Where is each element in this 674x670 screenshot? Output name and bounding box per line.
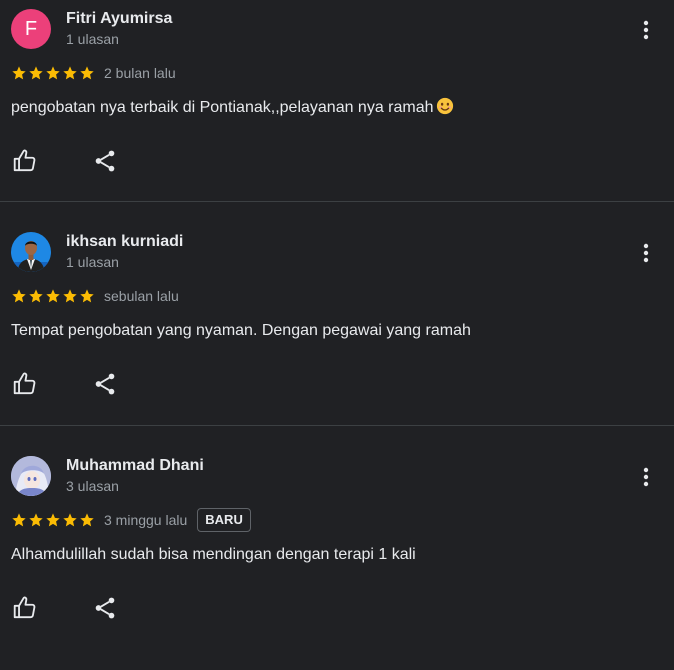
reviewer-name[interactable]: Muhammad Dhani: [66, 457, 204, 475]
review-time: 3 minggu lalu: [104, 512, 188, 528]
new-badge: BARU: [197, 508, 251, 532]
thumb-up-icon: [13, 149, 36, 172]
review-count: 3 ulasan: [66, 478, 119, 494]
reviewer-name[interactable]: Fitri Ayumirsa: [66, 10, 172, 28]
like-button[interactable]: [12, 595, 38, 621]
avatar[interactable]: F: [11, 9, 51, 49]
star-icon: [29, 289, 43, 303]
avatar[interactable]: [11, 456, 51, 496]
more-options-button[interactable]: [638, 18, 654, 42]
star-icon: [63, 513, 77, 527]
reviewer-name[interactable]: ikhsan kurniadi: [66, 233, 183, 251]
thumb-up-icon: [13, 372, 36, 395]
share-button[interactable]: [92, 148, 118, 174]
star-icon: [46, 66, 60, 80]
person-in-suit-photo: [11, 232, 51, 272]
more-vert-icon: [643, 243, 649, 263]
divider: [0, 201, 674, 202]
review-time: sebulan lalu: [104, 288, 179, 304]
more-options-button[interactable]: [638, 241, 654, 265]
like-button[interactable]: [12, 148, 38, 174]
star-icon: [12, 513, 26, 527]
rating-row: 3 minggu lalu BARU: [11, 508, 251, 532]
review-text: Tempat pengobatan yang nyaman. Dengan pe…: [11, 322, 471, 339]
star-icon: [29, 513, 43, 527]
star-rating: [11, 65, 95, 81]
review-text: Alhamdulillah sudah bisa mendingan denga…: [11, 546, 416, 563]
star-icon: [12, 289, 26, 303]
review-count: 1 ulasan: [66, 254, 119, 270]
star-icon: [46, 513, 60, 527]
rating-row: sebulan lalu: [11, 285, 179, 307]
smiling-face-icon: [436, 97, 453, 115]
share-icon: [95, 373, 115, 395]
share-button[interactable]: [92, 595, 118, 621]
more-options-button[interactable]: [638, 465, 654, 489]
avatar[interactable]: [11, 232, 51, 272]
star-rating: [11, 288, 95, 304]
review-count: 1 ulasan: [66, 31, 119, 47]
rating-row: 2 bulan lalu: [11, 62, 176, 84]
star-icon: [80, 289, 94, 303]
review-card: ikhsan kurniadi 1 ulasan sebulan lalu Te…: [0, 223, 674, 446]
review-text: pengobatan nya terbaik di Pontianak,,pel…: [11, 97, 651, 119]
review-text-content: pengobatan nya terbaik di Pontianak,,pel…: [11, 99, 434, 116]
more-vert-icon: [643, 20, 649, 40]
star-icon: [63, 289, 77, 303]
thumb-up-icon: [13, 596, 36, 619]
review-card: F Fitri Ayumirsa 1 ulasan 2 bulan lalu p…: [0, 0, 674, 223]
like-button[interactable]: [12, 371, 38, 397]
review-time: 2 bulan lalu: [104, 65, 176, 81]
star-icon: [80, 66, 94, 80]
share-icon: [95, 150, 115, 172]
share-button[interactable]: [92, 371, 118, 397]
star-icon: [29, 66, 43, 80]
review-card: Muhammad Dhani 3 ulasan 3 minggu lalu BA…: [0, 447, 674, 670]
share-icon: [95, 597, 115, 619]
anime-character-photo: [11, 456, 51, 496]
star-icon: [46, 289, 60, 303]
star-rating: [11, 512, 95, 528]
star-icon: [80, 513, 94, 527]
star-icon: [63, 66, 77, 80]
star-icon: [12, 66, 26, 80]
more-vert-icon: [643, 467, 649, 487]
divider: [0, 425, 674, 426]
